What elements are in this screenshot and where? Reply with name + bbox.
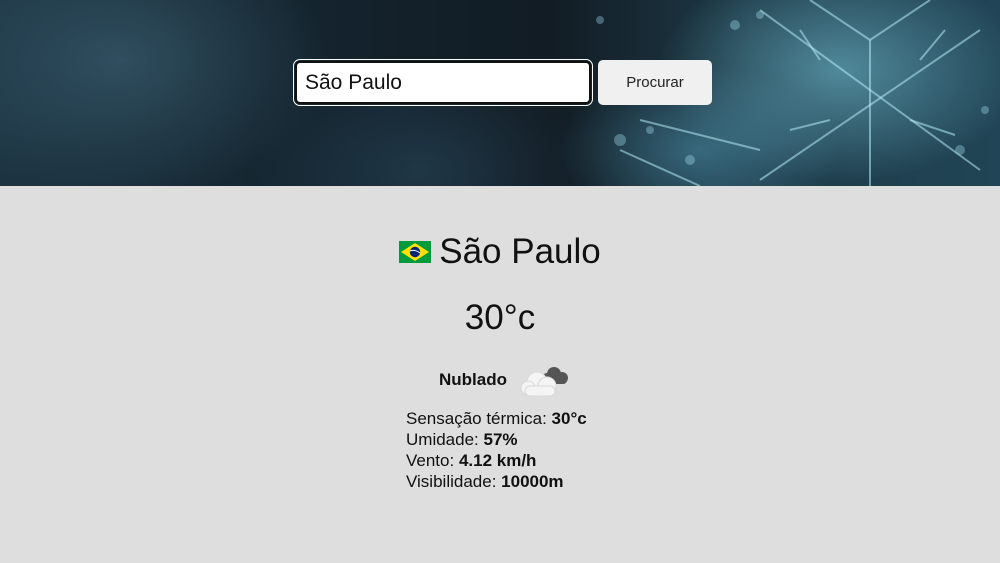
brazil-flag-icon bbox=[399, 241, 432, 263]
feels-like-value: 30°c bbox=[551, 409, 587, 428]
humidity-row: Umidade: 57% bbox=[406, 429, 587, 450]
visibility-label: Visibilidade: bbox=[406, 472, 497, 491]
search-bar: Procurar bbox=[293, 59, 712, 106]
temperature: 30°c bbox=[464, 298, 536, 337]
wind-value: 4.12 km/h bbox=[458, 451, 537, 470]
weather-result-panel: São Paulo 30°c Nublado Sensação térmica:… bbox=[0, 186, 1000, 563]
city-header: São Paulo bbox=[0, 232, 1000, 272]
visibility-value: 10000m bbox=[501, 472, 564, 491]
search-button[interactable]: Procurar bbox=[598, 60, 712, 105]
city-search-input[interactable] bbox=[293, 59, 593, 106]
feels-like-label: Sensação térmica: bbox=[406, 409, 547, 428]
cloudy-icon bbox=[520, 367, 568, 397]
humidity-label: Umidade: bbox=[406, 430, 479, 449]
wind-label: Vento: bbox=[406, 451, 455, 470]
humidity-value: 57% bbox=[483, 430, 518, 449]
visibility-row: Visibilidade: 10000m bbox=[406, 471, 587, 492]
condition-row: Nublado bbox=[0, 360, 1000, 400]
weather-details: Sensação térmica: 30°c Umidade: 57% Vent… bbox=[406, 408, 587, 492]
city-name: São Paulo bbox=[439, 232, 601, 271]
wind-row: Vento: 4.12 km/h bbox=[406, 450, 587, 471]
condition-label: Nublado bbox=[439, 370, 507, 389]
feels-like-row: Sensação térmica: 30°c bbox=[406, 408, 587, 429]
